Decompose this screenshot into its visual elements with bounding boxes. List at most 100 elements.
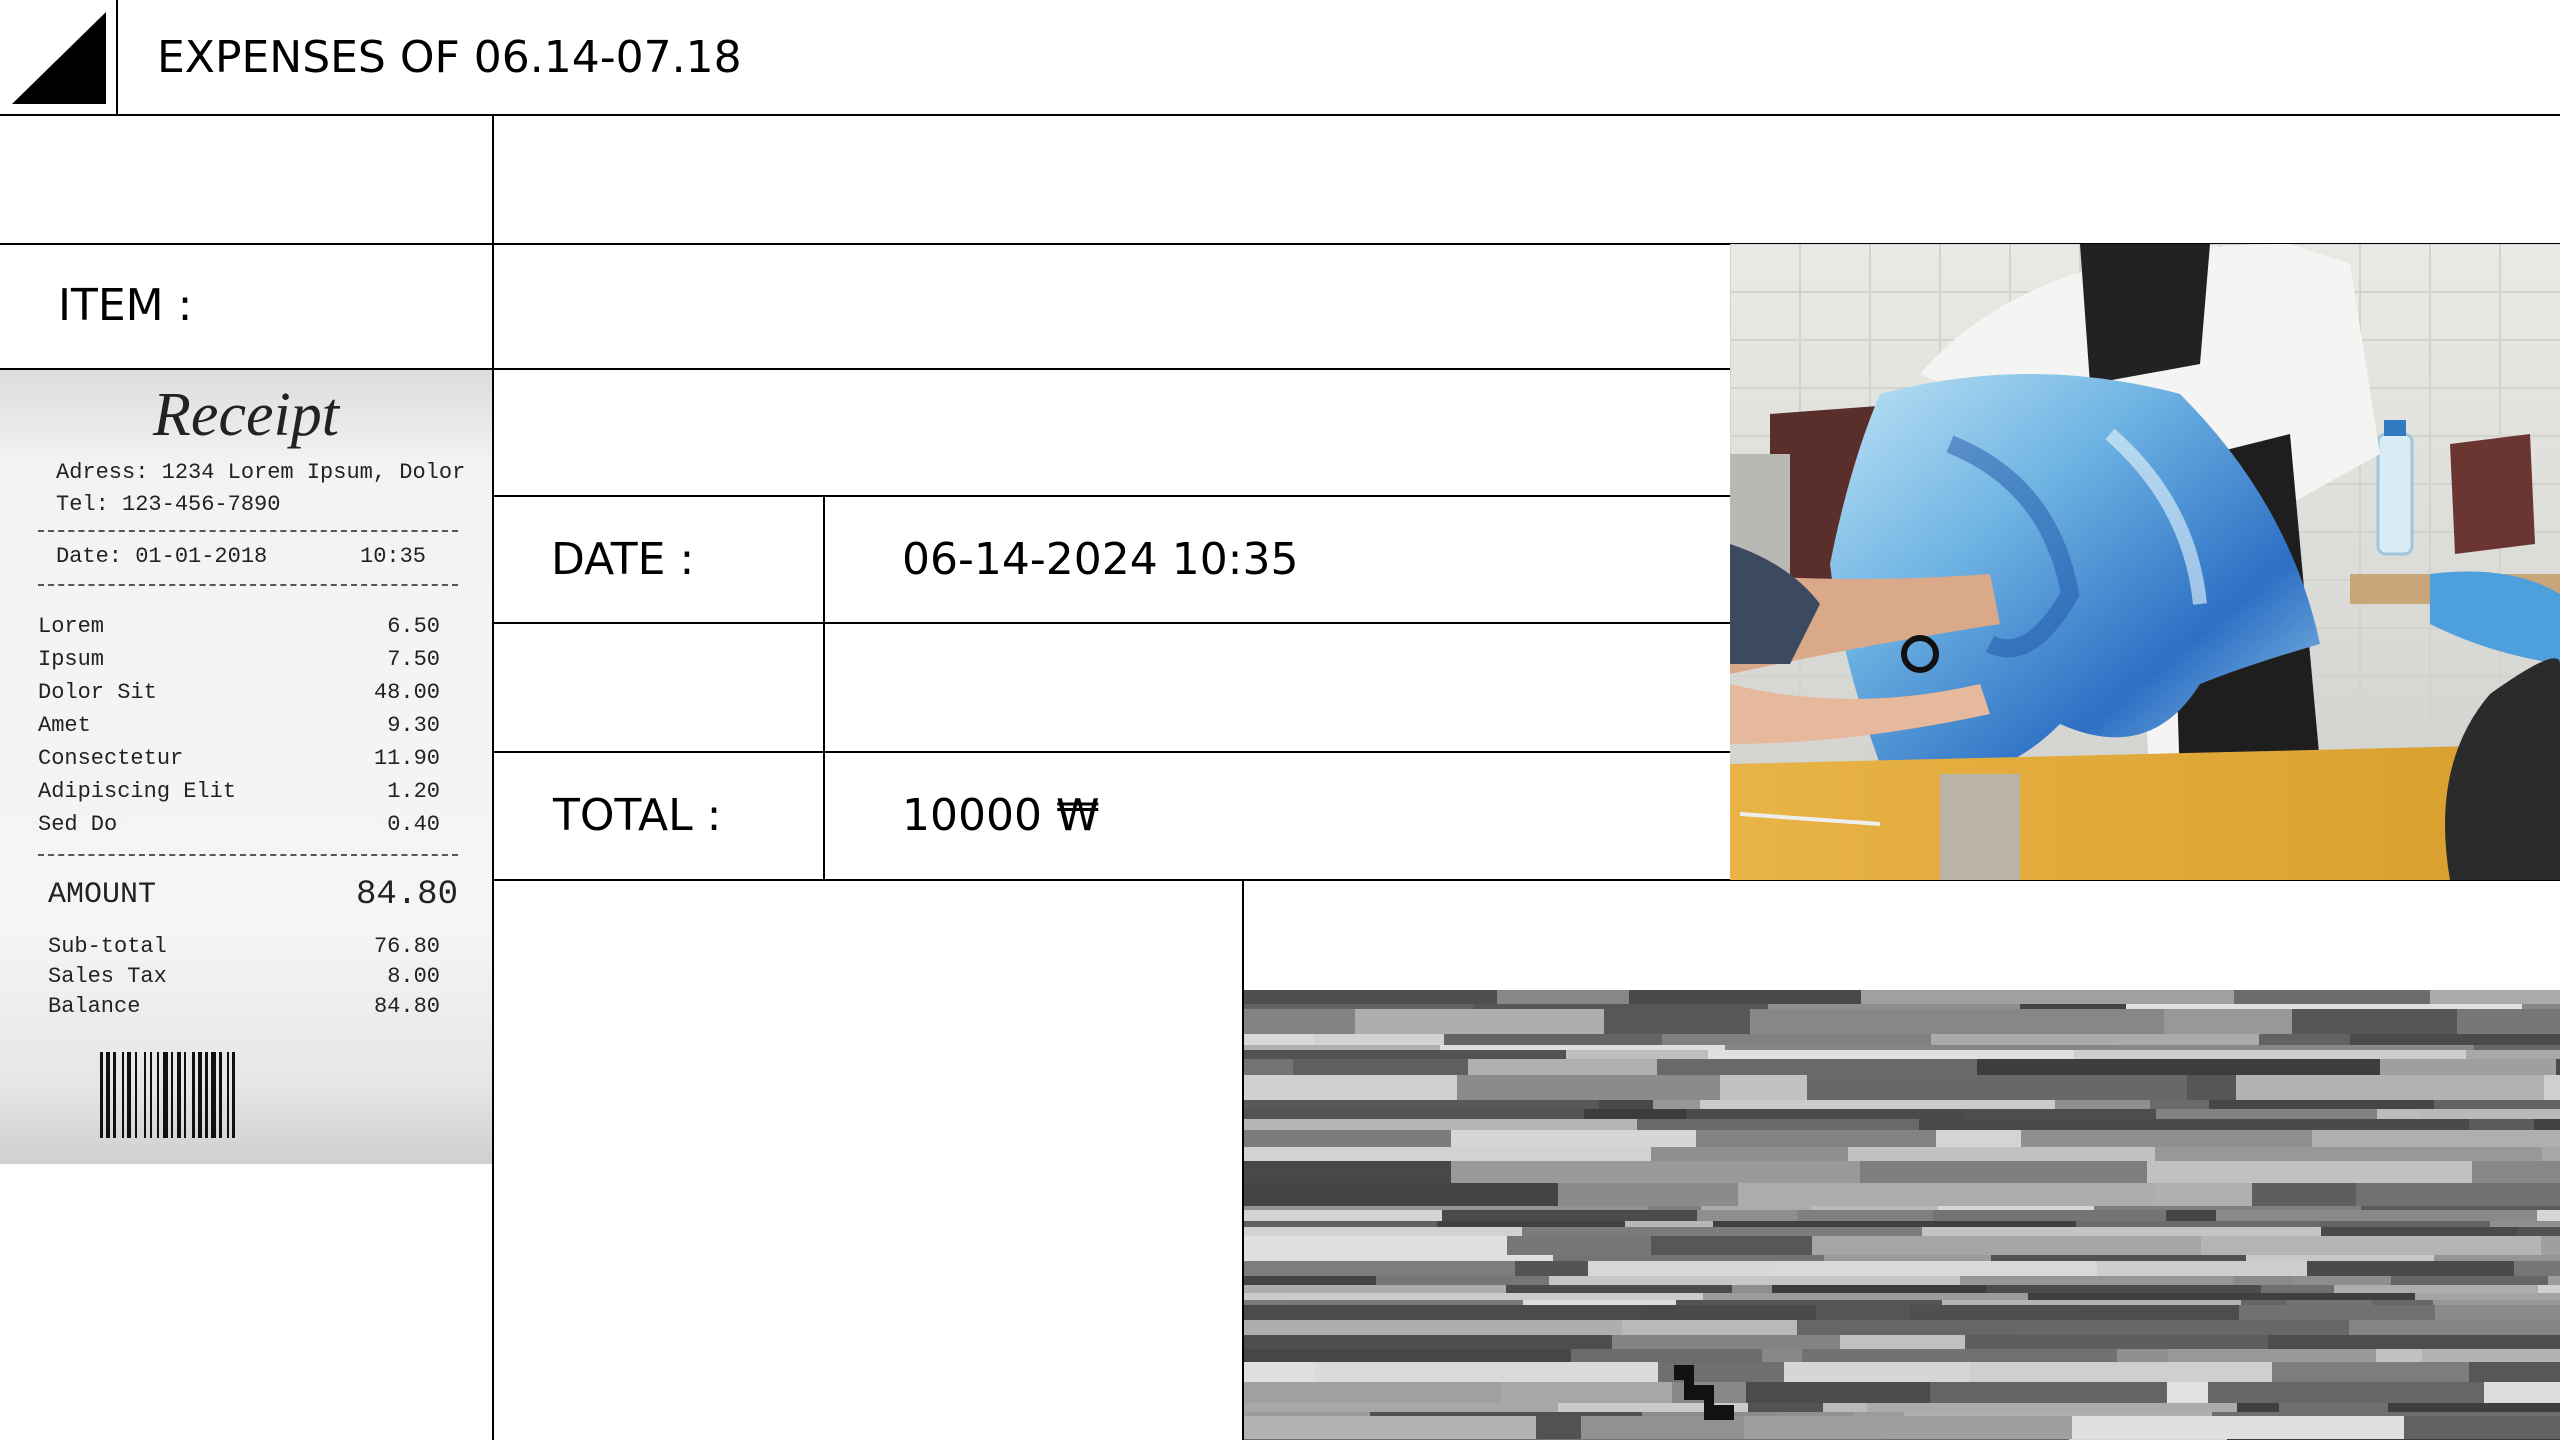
glitch-stripe [1244, 1009, 1355, 1034]
glitch-stripe [2236, 1075, 2544, 1100]
barcode-bar [106, 1052, 110, 1138]
glitch-stripe [1244, 1403, 1558, 1412]
glitch-stripe [2376, 1349, 2422, 1362]
glitch-stripe [2334, 1285, 2538, 1293]
glitch-stripe [2517, 1227, 2560, 1236]
receipt-amount-label: AMOUNT [48, 878, 157, 912]
glitch-stripe [2116, 1045, 2474, 1050]
glitch-stripe [1244, 1349, 1571, 1362]
total-value: 10000 ₩ [902, 790, 1100, 841]
glitch-stripe [1771, 1261, 2097, 1276]
glitch-stripe [1244, 1227, 1522, 1236]
glitch-stripe [2168, 1349, 2376, 1362]
barcode-bar [150, 1052, 152, 1138]
glitch-stripe [1637, 1119, 1919, 1130]
header-rule [0, 114, 2560, 116]
receipt-title: Receipt [153, 381, 339, 449]
glitch-stripe [1244, 1276, 1376, 1285]
glitch-stripe [1648, 1206, 1701, 1210]
glitch-stripe [1931, 1034, 2259, 1045]
glitch-stripe [2319, 1221, 2490, 1227]
glitch-stripe [2380, 1059, 2556, 1075]
glitch-stripe [1244, 1100, 1599, 1109]
glitch-stripe [1244, 1050, 1566, 1059]
photo-fabric-work [1730, 244, 2560, 880]
glitch-stripe [2537, 1210, 2560, 1221]
glitch-stripe [2147, 1161, 2472, 1183]
receipt-item-name: Consectetur [38, 746, 184, 771]
glitch-stripe [1744, 1416, 2072, 1439]
glitch-stripe [2548, 1276, 2560, 1285]
glitch-stripe [2469, 1362, 2560, 1382]
glitch-stripe [2434, 1255, 2560, 1261]
glitch-stripe [1285, 1293, 1703, 1300]
barcode-bar [163, 1052, 168, 1138]
glitch-stripe [2542, 1147, 2560, 1161]
glitch-stripe [2541, 1236, 2560, 1255]
glitch-stripe [1748, 1403, 1823, 1412]
receipt-summary-name: Balance [48, 994, 141, 1019]
glitch-stripe [2097, 1261, 2307, 1276]
receipt-summary-value: 8.00 [387, 964, 440, 989]
glitch-stripe [1732, 1285, 1772, 1293]
glitch-stripe [1625, 1221, 1713, 1227]
item-label: ITEM : [58, 280, 193, 331]
glitch-stripe [1497, 990, 1629, 1004]
glitch-stripe [2259, 1034, 2350, 1045]
glitch-stripe [2239, 1305, 2435, 1320]
glitch-stripe [1853, 1412, 1904, 1416]
glitch-stripe [1451, 1161, 1860, 1183]
page-title: EXPENSES OF 06.14-07.18 [157, 32, 742, 83]
glitch-stripe [1244, 1320, 1622, 1335]
glitch-stripe [2212, 1412, 2560, 1416]
glitch-stripe [1816, 1305, 1910, 1320]
glitch-stripe [1629, 990, 1861, 1004]
glitch-stripe [1244, 1305, 1642, 1320]
glitch-stripe [1676, 1300, 1942, 1305]
barcode-icon [100, 1052, 398, 1138]
glitch-stripe [1848, 1147, 2155, 1161]
barcode-bar [171, 1052, 173, 1138]
glitch-stripe [1701, 1206, 1810, 1210]
glitch-stripe [1442, 1210, 1697, 1221]
date-label: DATE : [551, 534, 695, 585]
glitch-stripe [1700, 1100, 2055, 1109]
glitch-stripe [1772, 1285, 1986, 1293]
glitch-stripe [1708, 1050, 2074, 1059]
glitch-stripe [1778, 1412, 1853, 1416]
glitch-stripe [1910, 1305, 2075, 1320]
glitch-stripe [1244, 1045, 1440, 1050]
glitch-stripe [1651, 1236, 1812, 1255]
receipt-item-price: 1.20 [387, 779, 440, 804]
glitch-stripe [2404, 1416, 2560, 1439]
glitch-stripe [2117, 1349, 2168, 1362]
glitch-stripe [2435, 1305, 2560, 1320]
glitch-stripe [1696, 1130, 1936, 1147]
barcode-bar [135, 1052, 137, 1138]
receipt-time: 10:35 [360, 544, 427, 569]
glitch-stripe [1970, 1362, 2272, 1382]
glitch-stripe [2164, 1009, 2292, 1034]
barcode-bar [211, 1052, 216, 1138]
glitch-stripe [2307, 1261, 2514, 1276]
glitch-stripe [2187, 1075, 2236, 1100]
barcode-bar [157, 1052, 159, 1138]
glitch-stripe [2349, 1320, 2560, 1335]
glitch-stripe [2261, 1285, 2334, 1293]
barcode-bar [198, 1052, 202, 1138]
glitch-stripe [2490, 1221, 2560, 1227]
glitch-stripe [1657, 1059, 1977, 1075]
receipt-item-name: Adipiscing Elit [38, 779, 237, 804]
glitch-stripe [1507, 1236, 1651, 1255]
glitch-stripe [2233, 1276, 2292, 1285]
glitch-stripe [1922, 1227, 2321, 1236]
glitch-stripe [1244, 1221, 1437, 1227]
glitch-stripe [2420, 1109, 2560, 1119]
rule-row-3 [492, 495, 1732, 497]
receipt-item-name: Amet [38, 713, 91, 738]
glitch-stripe [1244, 1075, 1457, 1100]
glitch-stripe [1536, 1416, 1581, 1439]
glitch-stripe [1725, 1045, 1888, 1050]
glitch-stripe [2209, 1100, 2434, 1109]
glitch-stripe [1244, 990, 1497, 1004]
